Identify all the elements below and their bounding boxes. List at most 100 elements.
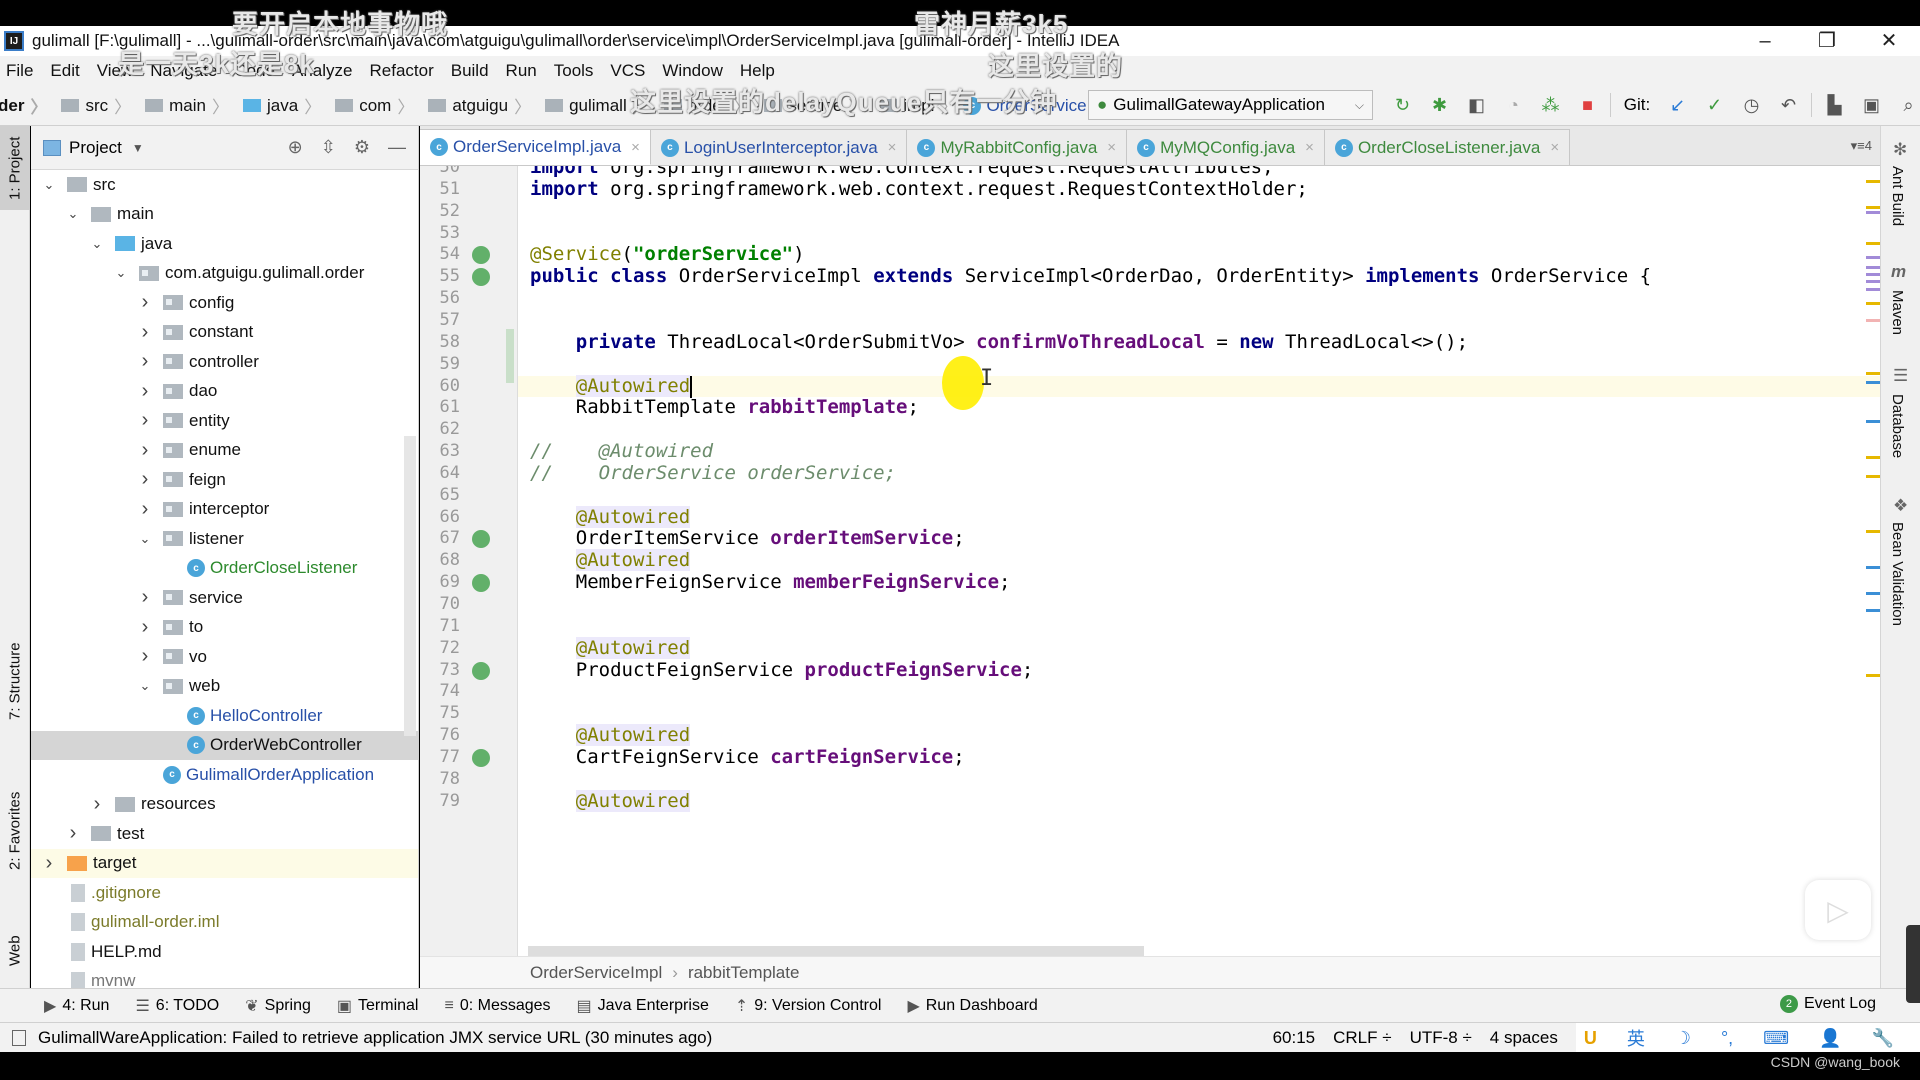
stripe-marker[interactable] [1866, 381, 1880, 385]
menu-refactor[interactable]: Refactor [369, 61, 433, 81]
line-number[interactable]: 64 [420, 463, 460, 485]
tree-item[interactable]: › config [31, 288, 418, 318]
debug-icon[interactable]: ✱ [1421, 95, 1458, 116]
line-number[interactable]: 73 [420, 660, 460, 682]
line-number[interactable]: 79 [420, 791, 460, 813]
breadcrumb-class[interactable]: OrderServiceImpl [530, 963, 662, 983]
stripe-marker[interactable] [1866, 266, 1880, 269]
chevron-right-icon[interactable]: › [137, 380, 153, 403]
tree-item[interactable]: › resources [31, 790, 418, 820]
ime-user-icon[interactable]: 👤 [1819, 1028, 1841, 1049]
menu-vcs[interactable]: VCS [610, 61, 645, 81]
chevron-right-icon[interactable]: › [137, 350, 153, 373]
tree-item[interactable]: › interceptor [31, 495, 418, 525]
tree-item[interactable]: › service [31, 583, 418, 613]
tree-item[interactable]: › enume [31, 436, 418, 466]
menu-edit[interactable]: Edit [50, 61, 79, 81]
terminal-icon[interactable]: ▣ [1853, 95, 1890, 116]
editor-tab[interactable]: c MyRabbitConfig.java × [907, 129, 1128, 165]
tool-window-6-todo[interactable]: ☰ 6: TODO [135, 996, 219, 1016]
line-number[interactable]: 75 [420, 703, 460, 725]
chevron-right-icon[interactable]: › [137, 321, 153, 344]
editor-tab[interactable]: c OrderCloseListener.java × [1324, 129, 1571, 165]
code-line[interactable]: @Autowired [518, 505, 1880, 529]
ime-logo-icon[interactable]: U [1584, 1028, 1597, 1049]
minimize-button[interactable]: – [1734, 26, 1796, 56]
tree-item[interactable]: › test [31, 819, 418, 849]
code-line[interactable]: // @Autowired [518, 440, 1880, 463]
tree-item[interactable]: ⌄ java [31, 229, 418, 259]
code-line[interactable]: import org.springframework.web.context.r… [518, 166, 1880, 179]
chevron-right-icon[interactable]: › [137, 586, 153, 609]
tree-item[interactable]: › feign [31, 465, 418, 495]
stop-icon[interactable]: ■ [1569, 95, 1606, 116]
chevron-right-icon[interactable]: › [137, 498, 153, 521]
line-number[interactable]: 54 [420, 244, 460, 266]
line-number[interactable]: 68 [420, 550, 460, 572]
ime-punctuation-icon[interactable]: °, [1721, 1028, 1733, 1049]
code-line[interactable] [518, 594, 1880, 616]
line-number[interactable]: 74 [420, 681, 460, 703]
code-line[interactable]: @Autowired [518, 724, 1880, 747]
bean-navigation-icon[interactable] [472, 268, 490, 287]
line-number[interactable]: 51 [420, 179, 460, 201]
close-tab-icon[interactable]: × [1305, 139, 1314, 156]
ime-settings-icon[interactable]: 🔧 [1872, 1028, 1894, 1049]
chevron-down-icon[interactable]: ⌄ [137, 531, 153, 547]
tab-web[interactable]: Web [0, 916, 30, 986]
menu-help[interactable]: Help [740, 61, 775, 81]
tool-window-run-dashboard[interactable]: ▶ Run Dashboard [907, 996, 1037, 1016]
stripe-marker[interactable] [1866, 592, 1880, 596]
locate-icon[interactable]: ⊕ [288, 137, 303, 158]
code-line[interactable] [518, 201, 1880, 223]
stripe-marker[interactable] [1866, 210, 1880, 214]
tree-item[interactable]: mvnw [31, 967, 418, 988]
line-number[interactable]: 71 [420, 616, 460, 638]
tree-item[interactable]: c GulimallOrderApplication [31, 760, 418, 790]
hide-icon[interactable]: — [388, 137, 406, 158]
stripe-marker[interactable] [1866, 179, 1880, 183]
stripe-marker[interactable] [1866, 530, 1880, 533]
line-number[interactable]: 63 [420, 441, 460, 463]
nav-crumb[interactable]: src 〉 [53, 93, 131, 118]
nav-crumb[interactable]: main 〉 [137, 93, 229, 118]
line-number[interactable]: 53 [420, 223, 460, 245]
line-number[interactable]: 72 [420, 638, 460, 660]
video-play-icon[interactable]: ▷ [1805, 880, 1871, 940]
status-toggle-icon[interactable] [12, 1029, 26, 1046]
stripe-marker[interactable] [1866, 474, 1880, 478]
tab-project[interactable]: 1: Project [0, 126, 30, 210]
line-number[interactable]: 76 [420, 725, 460, 747]
vcs-commit-icon[interactable]: ✓ [1696, 95, 1733, 116]
chevron-right-icon[interactable]: › [137, 645, 153, 668]
tree-item[interactable]: › dao [31, 377, 418, 407]
tab-database[interactable]: Database [1889, 394, 1906, 458]
tab-structure[interactable]: 7: Structure [0, 626, 30, 736]
line-number[interactable]: 69 [420, 572, 460, 594]
tree-item[interactable]: ⌄ src [31, 170, 418, 200]
vcs-history-icon[interactable]: ◷ [1733, 95, 1770, 116]
code-line[interactable]: @Autowired [518, 375, 1880, 398]
code-line[interactable] [518, 419, 1880, 441]
tree-item[interactable]: gulimall-order.iml [31, 908, 418, 938]
menu-window[interactable]: Window [662, 61, 722, 81]
editor-tab[interactable]: c MyMQConfig.java × [1127, 129, 1325, 165]
close-tab-icon[interactable]: × [631, 139, 640, 156]
tree-item[interactable]: › controller [31, 347, 418, 377]
line-number[interactable]: 70 [420, 594, 460, 616]
stripe-marker[interactable] [1866, 674, 1880, 677]
stripe-marker[interactable] [1866, 609, 1880, 613]
code-line[interactable]: MemberFeignService memberFeignService; [518, 571, 1880, 594]
stripe-marker[interactable] [1866, 256, 1880, 260]
code-line[interactable]: // OrderService orderService; [518, 462, 1880, 485]
chevron-right-icon[interactable]: › [137, 439, 153, 462]
bean-navigation-icon[interactable] [472, 574, 490, 593]
stripe-marker[interactable] [1866, 419, 1880, 423]
line-number[interactable]: 57 [420, 310, 460, 332]
close-tab-icon[interactable]: × [1550, 139, 1559, 156]
tab-bean-validation[interactable]: Bean Validation [1889, 522, 1906, 626]
stripe-marker[interactable] [1866, 371, 1880, 375]
code-line[interactable]: @Autowired [518, 789, 1880, 813]
stripe-marker[interactable] [1866, 318, 1880, 322]
stripe-marker[interactable] [1866, 206, 1880, 209]
